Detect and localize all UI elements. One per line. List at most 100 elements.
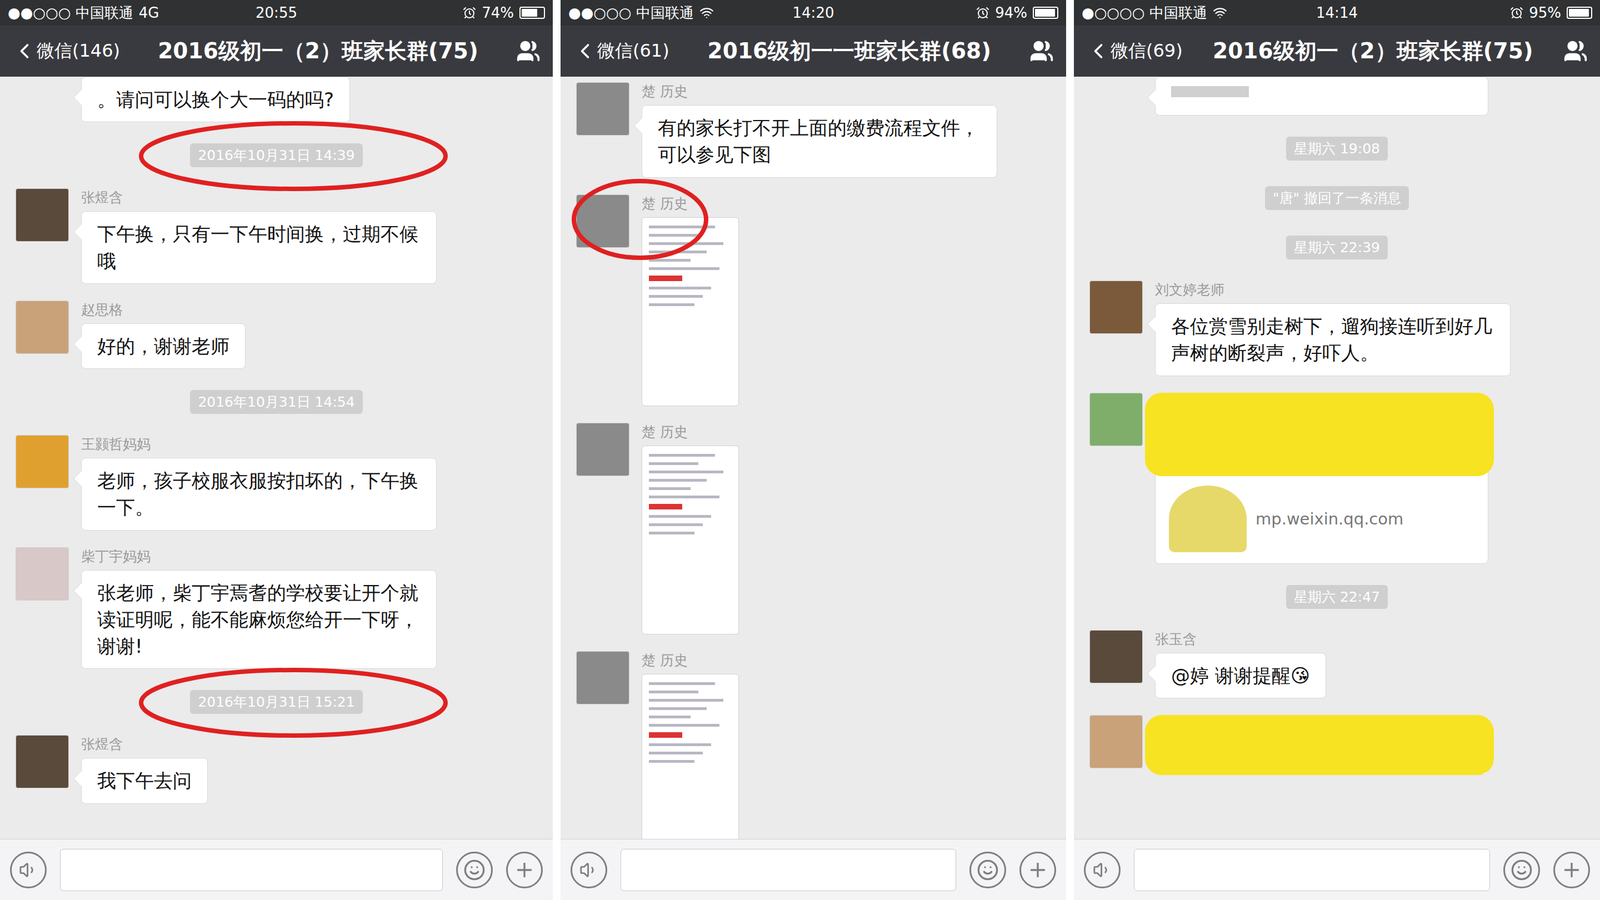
message-bubble[interactable]: 好的，谢谢老师 (81, 323, 246, 369)
voice-icon (1092, 860, 1112, 880)
input-bar (1073, 838, 1600, 900)
battery-icon (1032, 6, 1059, 19)
timestamp: 2016年10月31日 14:39 (190, 143, 363, 168)
back-button[interactable]: 微信(61) (572, 38, 670, 64)
message-row: 。请问可以换个大一码的吗? (15, 76, 538, 123)
avatar[interactable] (576, 82, 630, 136)
message-input[interactable] (60, 848, 443, 892)
more-button[interactable] (1019, 851, 1057, 889)
message-bubble[interactable]: 有的家长打不开上面的缴费流程文件，可以参见下图 (641, 105, 998, 178)
image-stripe (648, 250, 707, 254)
redaction-mark (1145, 392, 1494, 477)
status-bar: ●●○○○ 中国联通14:2094% (560, 0, 1067, 26)
message-body: mp.weixin.qq.com (1155, 392, 1489, 564)
voice-button[interactable] (570, 851, 608, 889)
message-body: 刘文婷老师各位赏雪别走树下，遛狗接连听到好几声树的断裂声，好吓人。 (1155, 280, 1511, 377)
message-bubble[interactable]: 下午换，只有一下午时间换，过期不候哦 (81, 211, 437, 284)
avatar[interactable] (1089, 715, 1143, 769)
wifi-icon (699, 5, 714, 20)
voice-icon (18, 860, 38, 880)
image-stripe (648, 682, 715, 685)
message-input[interactable] (620, 848, 957, 892)
avatar[interactable] (576, 194, 630, 248)
voice-button[interactable] (10, 851, 47, 889)
message-row: 楚 历史 (576, 422, 1051, 635)
emoji-button[interactable] (456, 851, 493, 889)
back-button[interactable]: 微信(146) (12, 38, 120, 64)
sender-name: 楚 历史 (641, 422, 739, 442)
more-button[interactable] (1553, 851, 1590, 889)
back-icon (572, 38, 598, 64)
sender-name: 王颢哲妈妈 (81, 435, 437, 454)
avatar[interactable] (15, 735, 69, 789)
alarm-icon (976, 6, 990, 20)
avatar[interactable] (15, 188, 69, 242)
message-row: 楚 历史 (576, 651, 1051, 839)
image-stripe (648, 743, 712, 747)
avatar[interactable] (576, 651, 630, 705)
avatar[interactable] (1089, 280, 1143, 334)
message-list: 星期六 19:08"唐" 撤回了一条消息星期六 22:39刘文婷老师各位赏雪别走… (1073, 76, 1600, 839)
input-bar (560, 838, 1067, 900)
emoji-button[interactable] (1503, 851, 1540, 889)
image-stripe (648, 303, 695, 307)
message-list: 。请问可以换个大一码的吗? 2016年10月31日 14:39 张煜含下午换，只有一… (0, 76, 553, 839)
voice-icon (579, 860, 599, 880)
message-bubble[interactable] (1155, 76, 1489, 116)
message-body: 楚 历史 (641, 194, 739, 407)
emoji-button[interactable] (969, 851, 1007, 889)
message-row: 张煜含下午换，只有一下午时间换，过期不候哦 (15, 188, 538, 284)
image-stripe (648, 478, 707, 482)
timestamp: 星期六 22:39 (1286, 235, 1388, 260)
clock: 20:55 (255, 4, 298, 22)
more-button[interactable] (506, 851, 543, 889)
message-body: 王颢哲妈妈老师，孩子校服衣服按扣坏的，下午换一下。 (81, 435, 437, 531)
message-body: 楚 历史有的家长打不开上面的缴费流程文件，可以参见下图 (641, 82, 998, 178)
sender-name: 赵思格 (81, 300, 246, 319)
message-bubble[interactable]: 张老师，柴丁宇焉耆的学校要让开个就读证明呢，能不能麻烦您给开一下呀，谢谢! (81, 570, 437, 670)
sender-name: 楚 历史 (641, 82, 998, 101)
time-row: 星期六 22:39 (1089, 231, 1585, 264)
battery-icon (1566, 6, 1593, 19)
image-stripe (648, 295, 703, 298)
message-bubble[interactable]: 各位赏雪别走树下，遛狗接连听到好几声树的断裂声，好吓人。 (1155, 303, 1511, 377)
image-stripe (648, 690, 699, 694)
time-row: 星期六 22:47 (1089, 580, 1585, 614)
avatar[interactable] (1089, 392, 1143, 447)
link-thumbnail (1168, 485, 1247, 553)
back-button[interactable]: 微信(69) (1086, 38, 1183, 64)
image-stripe (648, 495, 720, 499)
image-stripe (648, 267, 720, 270)
chat-title: 2016级初一（2）班家长群(75) (128, 36, 508, 67)
image-stripe (648, 470, 724, 474)
avatar[interactable] (576, 422, 630, 477)
message-body: 张煜含我下午去问 (81, 735, 208, 804)
emoji-icon (463, 858, 486, 882)
timestamp: 2016年10月31日 15:21 (190, 690, 363, 714)
image-message[interactable] (641, 217, 739, 407)
status-bar: ●○○○○ 中国联通14:1495% (1073, 0, 1600, 26)
image-stripe (648, 715, 691, 719)
avatar[interactable] (1089, 630, 1143, 684)
plus-icon (1560, 858, 1583, 882)
group-members-icon[interactable] (1029, 38, 1054, 64)
message-body: 楚 历史 (641, 422, 739, 635)
timestamp: 星期六 22:47 (1286, 585, 1388, 609)
redaction-mark (1145, 715, 1494, 775)
avatar[interactable] (15, 547, 69, 601)
message-input[interactable] (1133, 848, 1490, 892)
voice-button[interactable] (1083, 851, 1121, 889)
message-bubble[interactable]: 我下午去问 (81, 757, 208, 804)
avatar[interactable] (15, 435, 69, 489)
image-message[interactable] (641, 445, 739, 635)
message-bubble[interactable]: 老师，孩子校服衣服按扣坏的，下午换一下。 (81, 457, 437, 531)
image-message[interactable] (641, 673, 739, 839)
message-body: 张煜含下午换，只有一下午时间换，过期不候哦 (81, 188, 437, 284)
avatar[interactable] (15, 300, 69, 354)
message-bubble[interactable]: 。请问可以换个大一码的吗? (81, 76, 350, 123)
message-bubble[interactable]: @婷 谢谢提醒😘 (1155, 652, 1327, 699)
alarm-icon (462, 6, 477, 20)
group-members-icon[interactable] (1563, 38, 1588, 64)
sender-name: 楚 历史 (641, 651, 739, 670)
group-members-icon[interactable] (516, 38, 541, 64)
